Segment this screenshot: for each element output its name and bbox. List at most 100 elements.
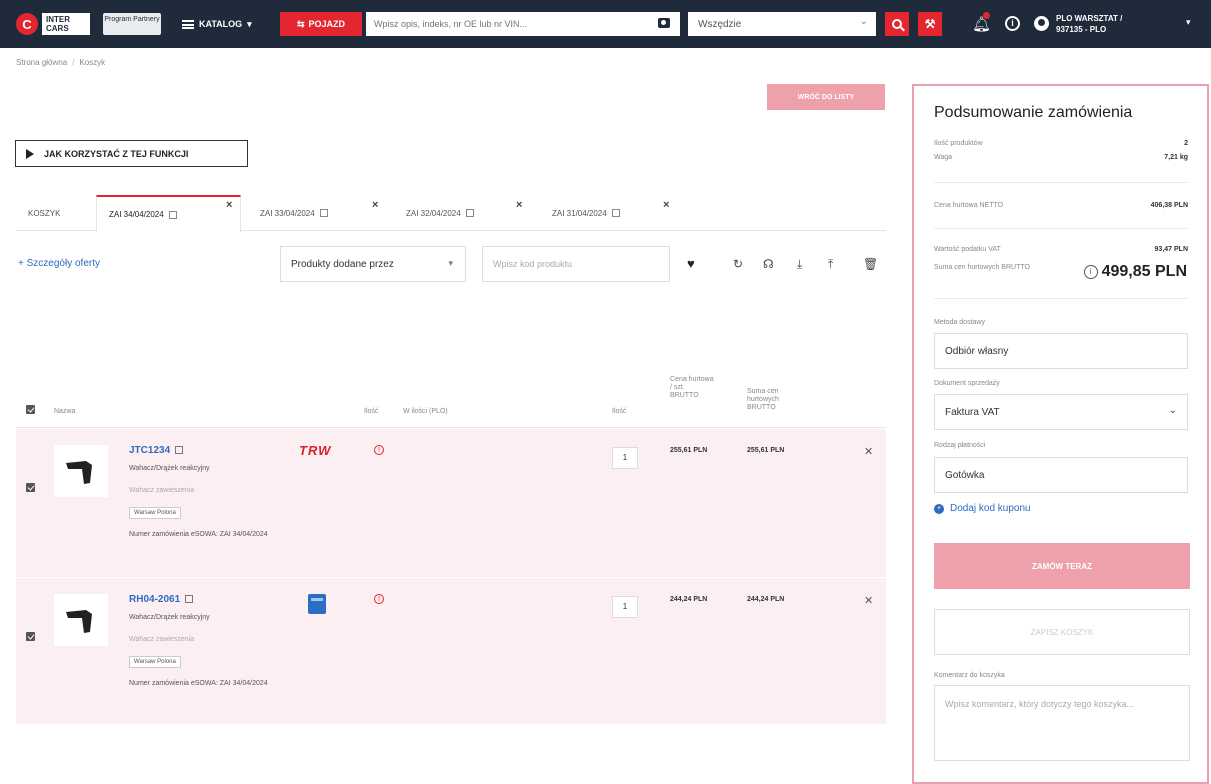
info-icon[interactable]: i — [1083, 265, 1098, 279]
edit-icon[interactable] — [611, 209, 620, 217]
added-by-select[interactable]: Produkty dodane przez ▾ — [280, 246, 466, 282]
copy-icon[interactable] — [185, 595, 194, 603]
order-number: Numer zamówienia eSOWA: ZAI 34/04/2024 — [129, 680, 268, 687]
tab-koszyk[interactable]: KOSZYK — [16, 195, 96, 231]
control-arm-icon — [66, 461, 92, 484]
tab-zai-33[interactable]: ZAI 33/04/2024 — [248, 195, 388, 231]
logo-mark: C — [16, 13, 38, 35]
main-search-box — [366, 12, 680, 36]
top-navigation-bar: C INTER CARS Program Partnery KATALOG ▾ … — [0, 0, 1211, 48]
edit-icon[interactable] — [465, 209, 474, 217]
add-coupon-label: Dodaj kod kuponu — [950, 503, 1031, 514]
trash-icon[interactable]: 🗑︎ — [863, 257, 878, 271]
save-cart-button[interactable]: ZAPISZ KOSZYK — [934, 609, 1190, 655]
product-code-input[interactable]: Wpisz kod produktu — [482, 246, 670, 282]
summary-products-row: Ilość produktów 2 — [934, 140, 1188, 147]
close-tab-icon[interactable]: × — [226, 199, 232, 211]
row-sum: 255,61 PLN — [747, 447, 785, 454]
remove-row-icon[interactable]: ✕ — [864, 594, 873, 607]
refresh-icon[interactable]: ↻ — [733, 257, 743, 271]
brand-logo[interactable]: C INTER CARS — [16, 12, 92, 36]
how-to-use-button[interactable]: JAK KORZYSTAĆ Z TEJ FUNKCJI — [15, 140, 248, 167]
summary-brutto-label: Suma cen hurtowych BRUTTO — [934, 264, 1030, 271]
breadcrumb-home[interactable]: Strona główna — [16, 58, 67, 67]
product-image[interactable] — [54, 445, 108, 497]
row-checkbox[interactable] — [26, 632, 35, 641]
search-scope-select[interactable]: Wszędzie ⌄ — [688, 12, 876, 36]
tab-zai-32[interactable]: ZAI 32/04/2024 — [394, 195, 534, 231]
product-code-link[interactable]: RH04-2061 — [129, 594, 194, 605]
delivery-method-field[interactable]: Odbiór własny — [934, 333, 1188, 369]
download-icon[interactable]: ⤓ — [797, 257, 802, 272]
divider — [934, 228, 1188, 229]
summary-netto-label: Cena hurtowa NETTO — [934, 202, 1004, 209]
remove-row-icon[interactable]: ✕ — [864, 445, 873, 458]
select-all-checkbox[interactable] — [26, 405, 35, 414]
edit-icon[interactable] — [319, 209, 328, 217]
summary-title: Podsumowanie zamówienia — [934, 104, 1133, 121]
upload-icon[interactable]: ⤒ — [828, 257, 833, 272]
product-image[interactable] — [54, 594, 108, 646]
col-price: Cena hurtowa / szt. BRUTTO — [670, 376, 714, 399]
close-tab-icon[interactable]: × — [516, 199, 522, 211]
vehicle-button[interactable]: ⇆ POJAZD — [280, 12, 362, 36]
wrench-icon: ⚒ — [924, 17, 936, 31]
summary-brutto-value: 499,85 PLN — [1101, 263, 1187, 280]
chevron-down-icon: ⌄ — [1168, 405, 1177, 416]
user-icon[interactable] — [1034, 16, 1049, 31]
search-button[interactable] — [885, 12, 909, 36]
main-search-input[interactable] — [374, 19, 654, 29]
product-code-link[interactable]: JTC1234 — [129, 445, 184, 456]
quantity-input[interactable]: 1 — [612, 447, 638, 469]
breadcrumb-current: Koszyk — [79, 58, 106, 67]
summary-products-value: 2 — [1184, 140, 1188, 147]
summary-netto-row: Cena hurtowa NETTO 406,38 PLN — [934, 202, 1188, 209]
copy-icon[interactable] — [175, 446, 184, 454]
plus-icon: + — [934, 503, 944, 514]
camera-icon[interactable] — [658, 18, 670, 28]
close-tab-icon[interactable]: × — [372, 199, 378, 211]
tab-label: ZAI 31/04/2024 — [552, 208, 607, 218]
warning-icon[interactable]: ! — [374, 445, 384, 455]
product-description-secondary: Wahacz zawieszenia — [129, 636, 195, 643]
heart-icon[interactable]: ♥ — [687, 256, 695, 271]
program-partnery-button[interactable]: Program Partnery — [103, 13, 161, 35]
play-icon — [26, 148, 34, 159]
user-account-label[interactable]: PLO WARSZTAT / 937135 - PLO — [1056, 13, 1122, 35]
add-coupon-link[interactable]: + Dodaj kod kuponu — [934, 503, 1031, 514]
offer-details-link[interactable]: + Szczegóły oferty — [18, 258, 100, 269]
payment-method-value: Gotówka — [945, 469, 985, 481]
vehicle-label: POJAZD — [308, 19, 346, 29]
katalog-label: KATALOG — [199, 19, 243, 29]
katalog-menu[interactable]: KATALOG ▾ — [182, 14, 252, 34]
tab-label: ZAI 33/04/2024 — [260, 208, 315, 218]
close-tab-icon[interactable]: × — [663, 199, 669, 211]
product-code-placeholder: Wpisz kod produktu — [493, 259, 573, 269]
summary-products-label: Ilość produktów — [934, 140, 983, 147]
order-number: Numer zamówienia eSOWA: ZAI 34/04/2024 — [129, 531, 268, 538]
tab-zai-31[interactable]: ZAI 31/04/2024 — [540, 195, 680, 231]
info-icon[interactable]: i — [1005, 16, 1020, 31]
headset-icon[interactable]: ☊ — [763, 257, 774, 271]
user-line-2: 937135 - PLO — [1056, 25, 1107, 34]
summary-vat-value: 93,47 PLN — [1154, 246, 1188, 253]
comment-textarea[interactable]: Wpisz komentarz, który dotyczy tego kosz… — [934, 685, 1190, 761]
unit-price: 255,61 PLN — [670, 447, 708, 454]
order-summary-panel: Podsumowanie zamówienia Ilość produktów … — [912, 84, 1209, 784]
tab-label: ZAI 34/04/2024 — [109, 210, 164, 219]
divider — [934, 298, 1188, 299]
back-to-list-button[interactable]: WRÓĆ DO LISTY — [767, 84, 885, 110]
sales-document-select[interactable]: Faktura VAT ⌄ — [934, 394, 1188, 430]
breadcrumb-separator: / — [72, 58, 75, 67]
car-icon: ⇆ — [296, 18, 305, 29]
order-now-button[interactable]: ZAMÓW TERAZ — [934, 543, 1190, 589]
payment-method-field[interactable]: Gotówka — [934, 457, 1188, 493]
chevron-down-icon[interactable]: ▾ — [1186, 17, 1191, 28]
tools-button[interactable]: ⚒ — [918, 12, 942, 36]
row-checkbox[interactable] — [26, 483, 35, 492]
quantity-input[interactable]: 1 — [612, 596, 638, 618]
edit-icon[interactable] — [168, 210, 177, 219]
tab-zai-34[interactable]: ZAI 34/04/2024 — [96, 195, 241, 232]
warning-icon[interactable]: ! — [374, 594, 384, 604]
chevron-down-icon: ▾ — [448, 258, 453, 268]
